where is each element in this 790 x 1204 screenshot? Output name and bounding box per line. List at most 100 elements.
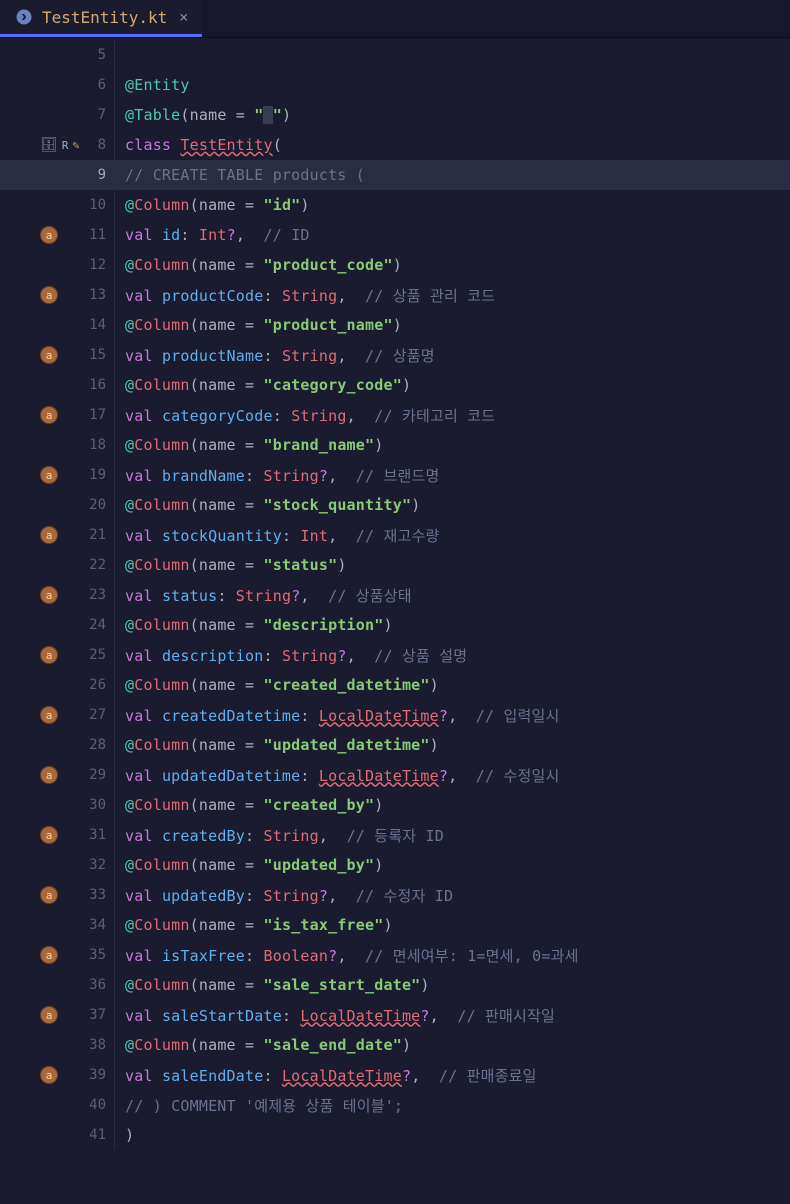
code-content[interactable]: @Entity: [115, 76, 190, 94]
attribute-badge-icon[interactable]: a: [40, 706, 58, 724]
code-line[interactable]: 28@Column(name = "updated_datetime"): [0, 730, 790, 760]
attribute-badge-icon[interactable]: a: [40, 346, 58, 364]
code-content[interactable]: val status: String?, // 상품상태: [115, 585, 412, 606]
code-content[interactable]: val updatedDatetime: LocalDateTime?, // …: [115, 765, 560, 786]
code-line[interactable]: 16@Column(name = "category_code"): [0, 370, 790, 400]
code-line[interactable]: 32@Column(name = "updated_by"): [0, 850, 790, 880]
code-line[interactable]: a39val saleEndDate: LocalDateTime?, // 판…: [0, 1060, 790, 1090]
code-line[interactable]: 7@Table(name = " "): [0, 100, 790, 130]
code-content[interactable]: @Column(name = "created_by"): [115, 796, 384, 814]
attribute-badge-icon[interactable]: a: [40, 286, 58, 304]
code-content[interactable]: @Column(name = "stock_quantity"): [115, 496, 420, 514]
code-line[interactable]: 9// CREATE TABLE products (: [0, 160, 790, 190]
gutter[interactable]: a17: [0, 400, 115, 430]
code-line[interactable]: 12@Column(name = "product_code"): [0, 250, 790, 280]
gutter[interactable]: 16: [0, 370, 115, 400]
code-line[interactable]: 22@Column(name = "status"): [0, 550, 790, 580]
attribute-badge-icon[interactable]: a: [40, 766, 58, 784]
gutter[interactable]: a25: [0, 640, 115, 670]
code-line[interactable]: 40// ) COMMENT '예제용 상품 테이블';: [0, 1090, 790, 1120]
code-editor[interactable]: 56@Entity7@Table(name = " ")🗄R✎8class Te…: [0, 38, 790, 1150]
attribute-badge-icon[interactable]: a: [40, 226, 58, 244]
attribute-badge-icon[interactable]: a: [40, 586, 58, 604]
gutter[interactable]: 6: [0, 70, 115, 100]
gutter[interactable]: 20: [0, 490, 115, 520]
gutter[interactable]: 9: [0, 160, 115, 190]
gutter[interactable]: 14: [0, 310, 115, 340]
gutter[interactable]: 18: [0, 430, 115, 460]
code-content[interactable]: val createdDatetime: LocalDateTime?, // …: [115, 705, 560, 726]
code-content[interactable]: // CREATE TABLE products (: [115, 166, 365, 184]
gutter[interactable]: a27: [0, 700, 115, 730]
code-line[interactable]: a21val stockQuantity: Int, // 재고수량: [0, 520, 790, 550]
gutter[interactable]: a11: [0, 220, 115, 250]
gutter[interactable]: a23: [0, 580, 115, 610]
code-line[interactable]: a37val saleStartDate: LocalDateTime?, //…: [0, 1000, 790, 1030]
code-content[interactable]: val updatedBy: String?, // 수정자 ID: [115, 885, 453, 906]
code-content[interactable]: val saleStartDate: LocalDateTime?, // 판매…: [115, 1005, 555, 1026]
close-tab-icon[interactable]: ×: [179, 8, 188, 26]
gutter[interactable]: 30: [0, 790, 115, 820]
code-content[interactable]: val isTaxFree: Boolean?, // 면세여부: 1=면세, …: [115, 945, 579, 966]
code-line[interactable]: 34@Column(name = "is_tax_free"): [0, 910, 790, 940]
code-line[interactable]: a17val categoryCode: String, // 카테고리 코드: [0, 400, 790, 430]
code-line[interactable]: a33val updatedBy: String?, // 수정자 ID: [0, 880, 790, 910]
gutter[interactable]: a31: [0, 820, 115, 850]
code-content[interactable]: @Column(name = "brand_name"): [115, 436, 384, 454]
attribute-badge-icon[interactable]: a: [40, 646, 58, 664]
code-line[interactable]: a27val createdDatetime: LocalDateTime?, …: [0, 700, 790, 730]
code-line[interactable]: 41): [0, 1120, 790, 1150]
gutter[interactable]: 🗄R✎8: [0, 130, 115, 160]
gutter[interactable]: 7: [0, 100, 115, 130]
code-content[interactable]: val brandName: String?, // 브랜드명: [115, 465, 440, 486]
gutter[interactable]: a13: [0, 280, 115, 310]
gutter[interactable]: 10: [0, 190, 115, 220]
gutter[interactable]: 22: [0, 550, 115, 580]
code-line[interactable]: 10@Column(name = "id"): [0, 190, 790, 220]
database-icon[interactable]: 🗄: [40, 137, 58, 153]
gutter[interactable]: a35: [0, 940, 115, 970]
code-content[interactable]: val saleEndDate: LocalDateTime?, // 판매종료…: [115, 1065, 537, 1086]
code-content[interactable]: @Column(name = "sale_start_date"): [115, 976, 430, 994]
code-content[interactable]: @Column(name = "category_code"): [115, 376, 411, 394]
code-line[interactable]: 🗄R✎8class TestEntity(: [0, 130, 790, 160]
attribute-badge-icon[interactable]: a: [40, 826, 58, 844]
code-content[interactable]: // ) COMMENT '예제용 상품 테이블';: [115, 1095, 403, 1116]
code-content[interactable]: @Column(name = "created_datetime"): [115, 676, 439, 694]
code-line[interactable]: 26@Column(name = "created_datetime"): [0, 670, 790, 700]
attribute-badge-icon[interactable]: a: [40, 406, 58, 424]
code-content[interactable]: @Column(name = "updated_by"): [115, 856, 384, 874]
code-line[interactable]: a25val description: String?, // 상품 설명: [0, 640, 790, 670]
code-content[interactable]: @Column(name = "updated_datetime"): [115, 736, 439, 754]
file-tab[interactable]: TestEntity.kt ×: [0, 0, 202, 37]
gutter[interactable]: 26: [0, 670, 115, 700]
code-line[interactable]: 18@Column(name = "brand_name"): [0, 430, 790, 460]
code-content[interactable]: ): [115, 1126, 134, 1144]
code-content[interactable]: val id: Int?, // ID: [115, 226, 310, 244]
gutter[interactable]: a21: [0, 520, 115, 550]
attribute-badge-icon[interactable]: a: [40, 946, 58, 964]
code-content[interactable]: @Column(name = "sale_end_date"): [115, 1036, 411, 1054]
gutter[interactable]: 12: [0, 250, 115, 280]
code-content[interactable]: val productName: String, // 상품명: [115, 345, 435, 366]
gutter[interactable]: a37: [0, 1000, 115, 1030]
code-line[interactable]: a23val status: String?, // 상품상태: [0, 580, 790, 610]
code-content[interactable]: val createdBy: String, // 등록자 ID: [115, 825, 444, 846]
code-content[interactable]: @Table(name = " "): [115, 106, 291, 124]
attribute-badge-icon[interactable]: a: [40, 526, 58, 544]
code-content[interactable]: @Column(name = "is_tax_free"): [115, 916, 393, 934]
code-line[interactable]: 30@Column(name = "created_by"): [0, 790, 790, 820]
code-line[interactable]: a19val brandName: String?, // 브랜드명: [0, 460, 790, 490]
gutter[interactable]: 41: [0, 1120, 115, 1150]
code-content[interactable]: @Column(name = "product_code"): [115, 256, 402, 274]
code-content[interactable]: val productCode: String, // 상품 관리 코드: [115, 285, 495, 306]
gutter[interactable]: 38: [0, 1030, 115, 1060]
attribute-badge-icon[interactable]: a: [40, 1006, 58, 1024]
code-line[interactable]: a13val productCode: String, // 상품 관리 코드: [0, 280, 790, 310]
code-line[interactable]: a29val updatedDatetime: LocalDateTime?, …: [0, 760, 790, 790]
gutter[interactable]: 36: [0, 970, 115, 1000]
code-content[interactable]: @Column(name = "product_name"): [115, 316, 402, 334]
code-line[interactable]: a15val productName: String, // 상품명: [0, 340, 790, 370]
gutter[interactable]: 32: [0, 850, 115, 880]
code-content[interactable]: class TestEntity(: [115, 136, 282, 154]
